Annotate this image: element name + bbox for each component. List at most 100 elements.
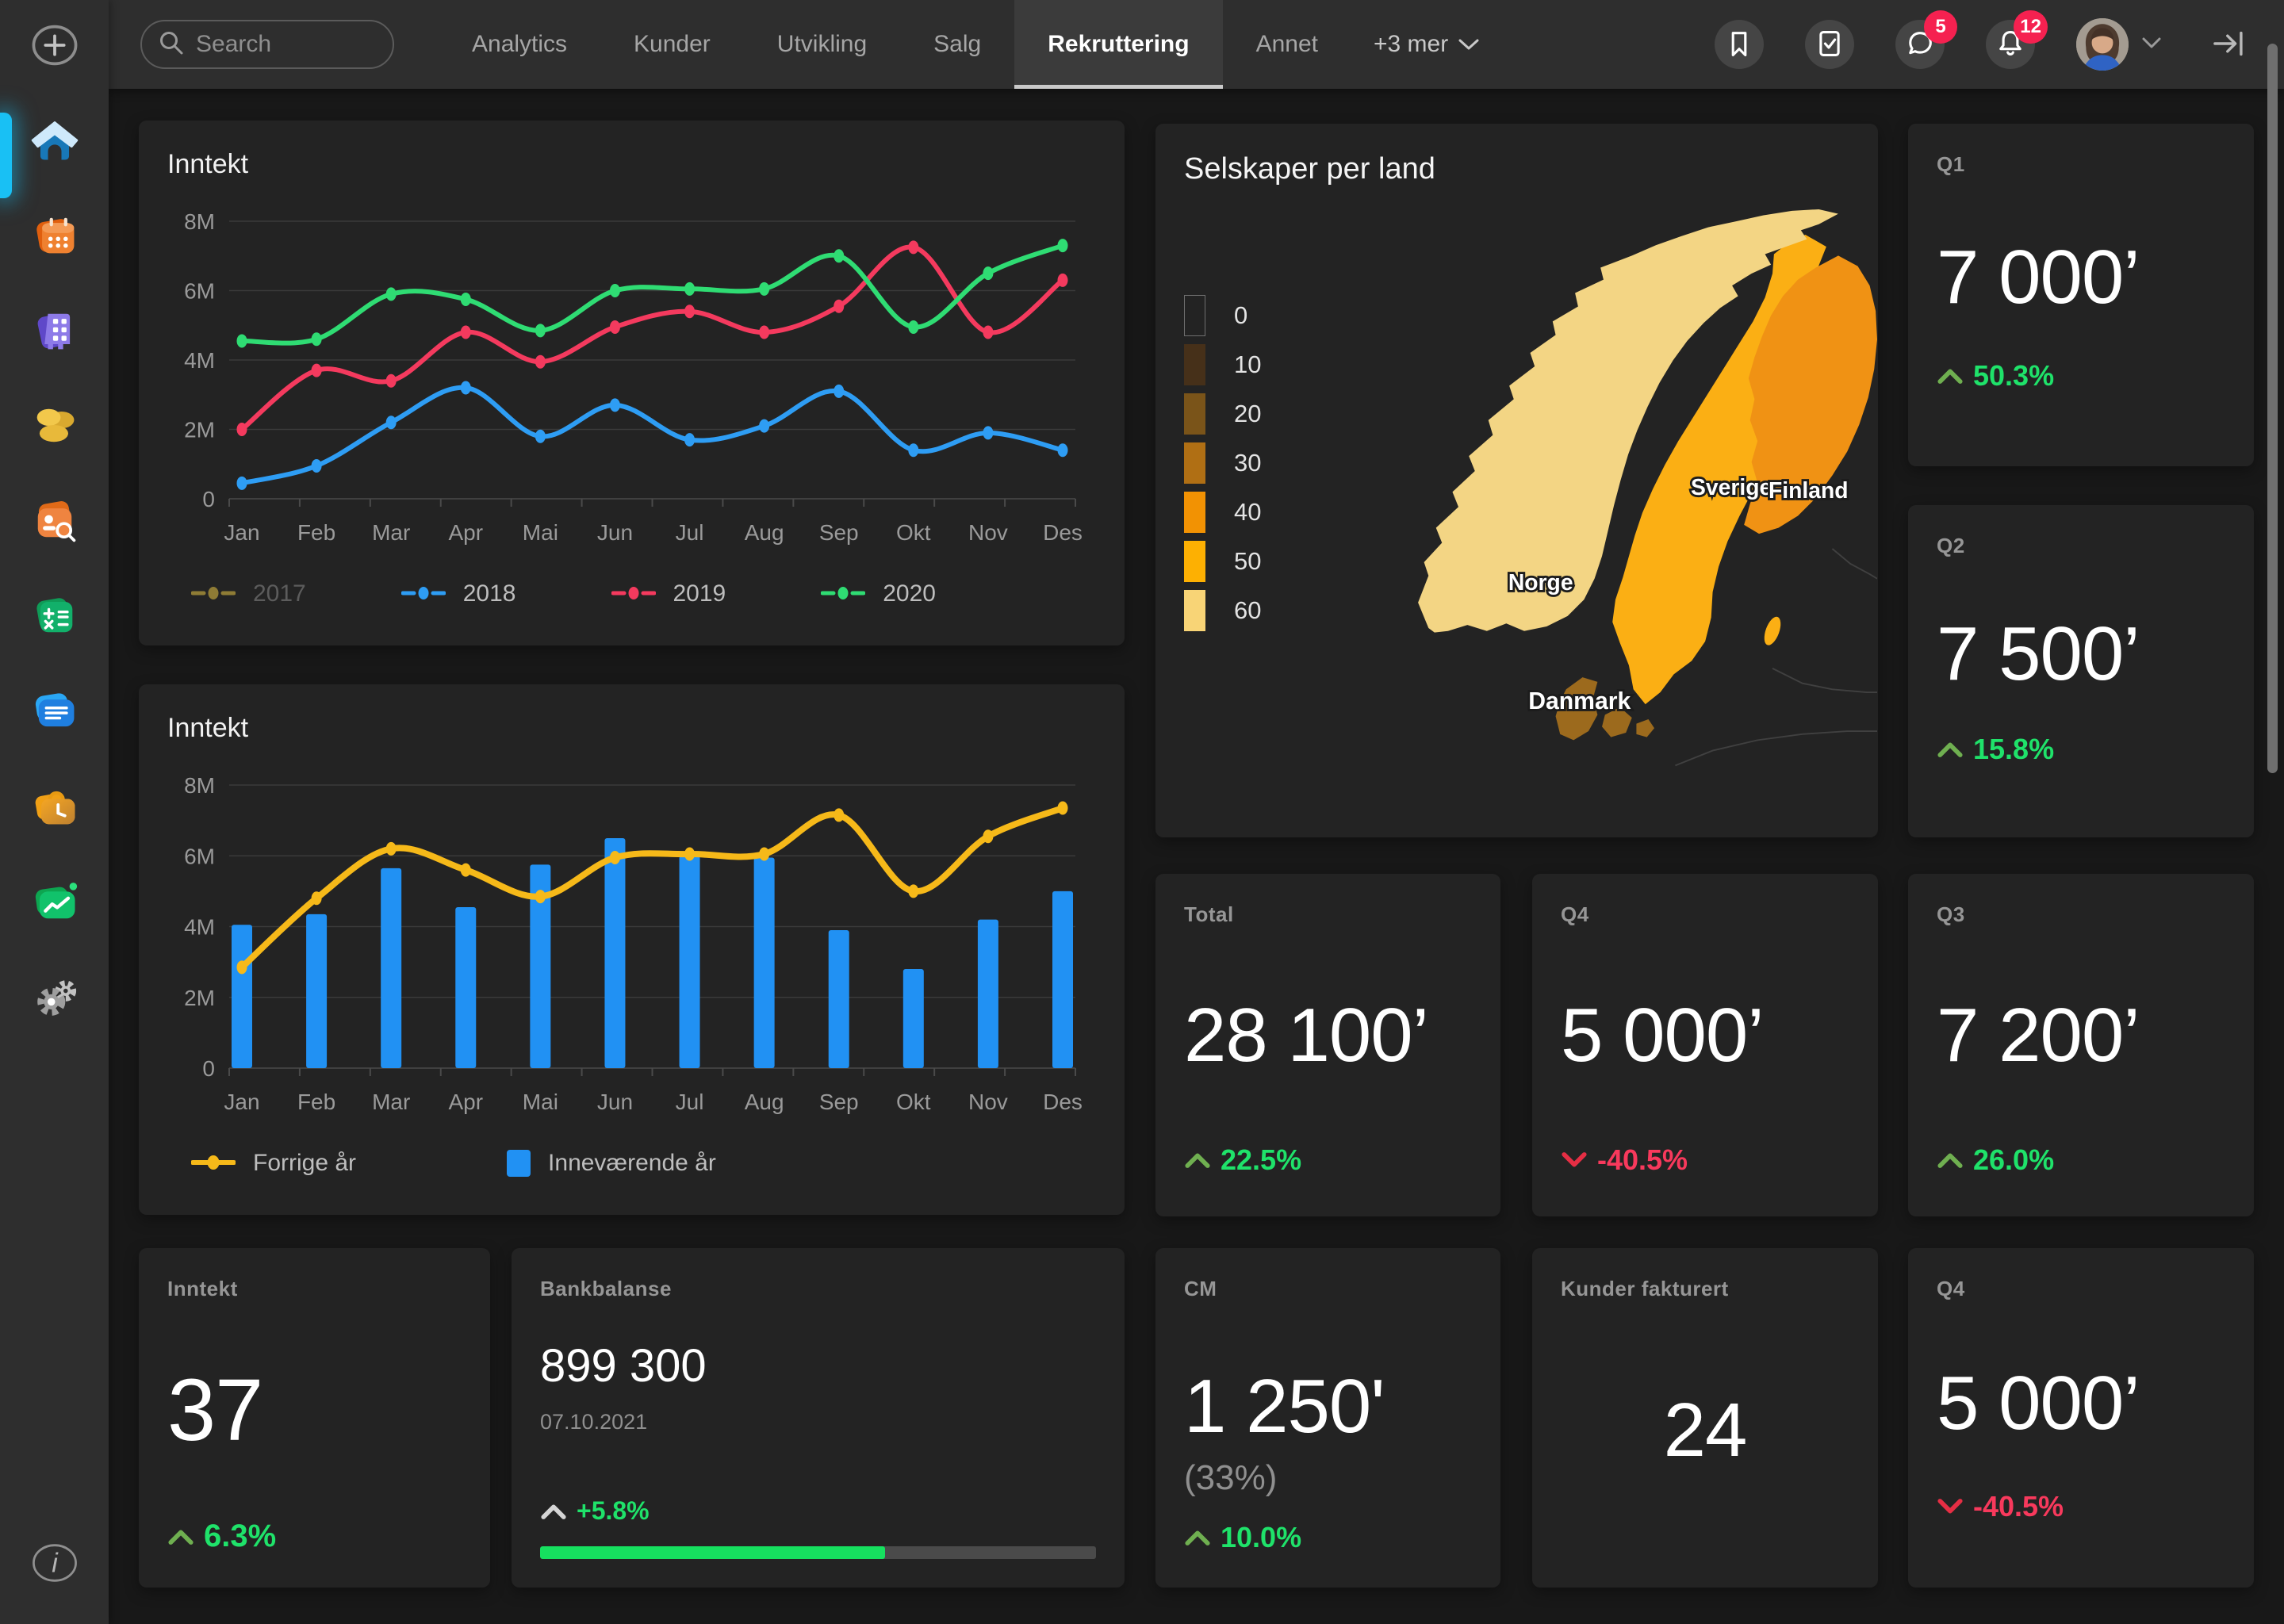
trend-chevron-icon <box>168 1530 194 1545</box>
bankbalanse-progress-fill <box>540 1546 885 1559</box>
coins-icon <box>28 399 82 455</box>
y-tick-label: 6M <box>184 279 215 304</box>
x-tick-label: Jul <box>676 520 704 545</box>
kpi-value: 24 <box>1663 1387 1748 1473</box>
sidebar-item-accounting[interactable] <box>26 588 83 645</box>
sidebar-item-home[interactable] <box>26 113 83 170</box>
legend-item-2019[interactable]: 2019 <box>611 580 726 607</box>
point-2018-Sep <box>834 384 845 398</box>
chart-legend: 2017 2018 2019 2020 <box>190 580 1096 607</box>
kpi-label: CM <box>1184 1277 1217 1300</box>
country-label-danmark: Danmark <box>1528 688 1631 714</box>
point-Forrige år-Des <box>1057 801 1068 815</box>
kpi-label: Q4 <box>1561 902 1589 926</box>
kpi-label: Inntekt <box>167 1277 238 1300</box>
kpi-delta: 26.0% <box>1937 1143 2225 1177</box>
sidebar-item-add[interactable] <box>26 17 83 75</box>
series-marker <box>400 580 446 607</box>
series-marker <box>611 580 656 607</box>
scale-tick-label: 20 <box>1234 400 1262 427</box>
delta-text: 10.0% <box>1221 1521 1302 1553</box>
point-2020-Mar <box>385 287 397 301</box>
scale-row: 20 <box>1184 393 1261 435</box>
y-tick-label: 2M <box>184 418 215 442</box>
user-menu[interactable] <box>2076 18 2162 71</box>
x-tick-label: Apr <box>448 1090 483 1114</box>
point-2019-Feb <box>311 363 322 377</box>
more-tabs-button[interactable]: +3 mer <box>1374 31 1480 58</box>
delta-text: -40.5% <box>1597 1143 1688 1176</box>
messages-button[interactable]: 5 <box>1895 10 1957 69</box>
point-Forrige år-Sep <box>834 808 845 822</box>
search-box[interactable] <box>140 20 502 69</box>
point-2020-Sep <box>834 249 845 263</box>
legend-item-innevarende-ar[interactable]: Inneværende år <box>507 1150 716 1177</box>
kpi-value: 28 100’ <box>1184 992 1429 1078</box>
series-line-2018 <box>240 385 1065 486</box>
y-tick-label: 4M <box>184 915 215 940</box>
country-label-norge: Norge <box>1508 569 1573 595</box>
calendar-icon <box>28 209 82 265</box>
scale-swatch <box>1184 393 1205 435</box>
tab-kunder[interactable]: Kunder <box>600 0 744 89</box>
legend-item-forrige-ar[interactable]: Forrige år <box>190 1150 356 1177</box>
x-tick-label: Okt <box>896 520 931 545</box>
sidebar-item-company[interactable] <box>26 303 83 360</box>
kpi-card-q4-mid: Q4 5 000’ -40.5% <box>1532 874 1878 1216</box>
collapse-panel-button[interactable] <box>2211 26 2246 63</box>
bank-balance-value: 899 300 <box>540 1340 707 1392</box>
sidebar-item-finance[interactable] <box>26 398 83 455</box>
bar-Nov <box>977 919 998 1068</box>
sidebar-item-contact-search[interactable] <box>26 493 83 550</box>
sidebar-item-documents[interactable] <box>26 684 83 741</box>
x-tick-label: Aug <box>745 1090 784 1114</box>
x-tick-label: Okt <box>896 1090 931 1114</box>
more-tabs-label: +3 mer <box>1373 31 1449 57</box>
tab-analytics[interactable]: Analytics <box>439 0 600 89</box>
companies-per-country-card: Selskaper per land 0 10 20 30 40 50 60 Norge <box>1155 124 1878 837</box>
search-icon <box>158 29 185 60</box>
point-Forrige år-Feb <box>311 891 322 906</box>
country-label-sverige: Sverige <box>1691 474 1772 500</box>
scale-tick-label: 40 <box>1234 498 1262 526</box>
kpi-card-total: Total 28 100’ 22.5% <box>1155 874 1500 1216</box>
sidebar-item-analytics[interactable] <box>26 874 83 931</box>
point-Forrige år-Aug <box>759 847 770 861</box>
legend-item-2020[interactable]: 2020 <box>820 580 936 607</box>
bookmark-icon <box>1723 28 1755 62</box>
sidebar-item-calendar[interactable] <box>26 208 83 265</box>
tab-annet[interactable]: Annet <box>1223 0 1351 89</box>
point-2020-Des <box>1057 239 1068 253</box>
sidebar-item-time-tracking[interactable] <box>26 779 83 836</box>
kpi-value: 7 200’ <box>1937 992 2140 1078</box>
tasks-icon <box>1814 28 1845 62</box>
vertical-scrollbar[interactable] <box>2267 44 2278 773</box>
point-2018-Feb <box>311 458 322 473</box>
sidebar-nav <box>26 113 83 1026</box>
point-2019-Jun <box>609 320 620 334</box>
collapse-right-icon <box>2211 31 2246 63</box>
notifications-button[interactable]: 12 <box>1986 10 2048 69</box>
legend-label: Inneværende år <box>548 1150 716 1176</box>
legend-item-2017[interactable]: 2017 <box>190 580 306 607</box>
point-Forrige år-Mar <box>385 841 397 856</box>
point-2020-Jan <box>236 334 247 348</box>
tab-rekruttering[interactable]: Rekruttering <box>1014 0 1223 89</box>
x-tick-label: Des <box>1043 520 1083 545</box>
tasks-button[interactable] <box>1805 20 1854 69</box>
tab-utvikling[interactable]: Utvikling <box>744 0 900 89</box>
kpi-value: 7 000’ <box>1937 235 2140 320</box>
series-line-2020 <box>240 243 1065 346</box>
time-tracking-icon <box>28 779 82 836</box>
scale-row: 40 <box>1184 492 1261 533</box>
tab-salg[interactable]: Salg <box>900 0 1014 89</box>
legend-item-2018[interactable]: 2018 <box>400 580 516 607</box>
series-marker <box>820 580 866 607</box>
series-marker <box>507 1150 531 1177</box>
sidebar-item-info[interactable]: i <box>26 1535 83 1592</box>
point-Forrige år-Jul <box>684 847 696 861</box>
topbar: Analytics Kunder Utvikling Salg Rekrutte… <box>109 0 2284 89</box>
sidebar-item-settings[interactable] <box>26 969 83 1026</box>
legend-label: 2020 <box>883 580 936 607</box>
bookmarks-button[interactable] <box>1715 20 1764 69</box>
